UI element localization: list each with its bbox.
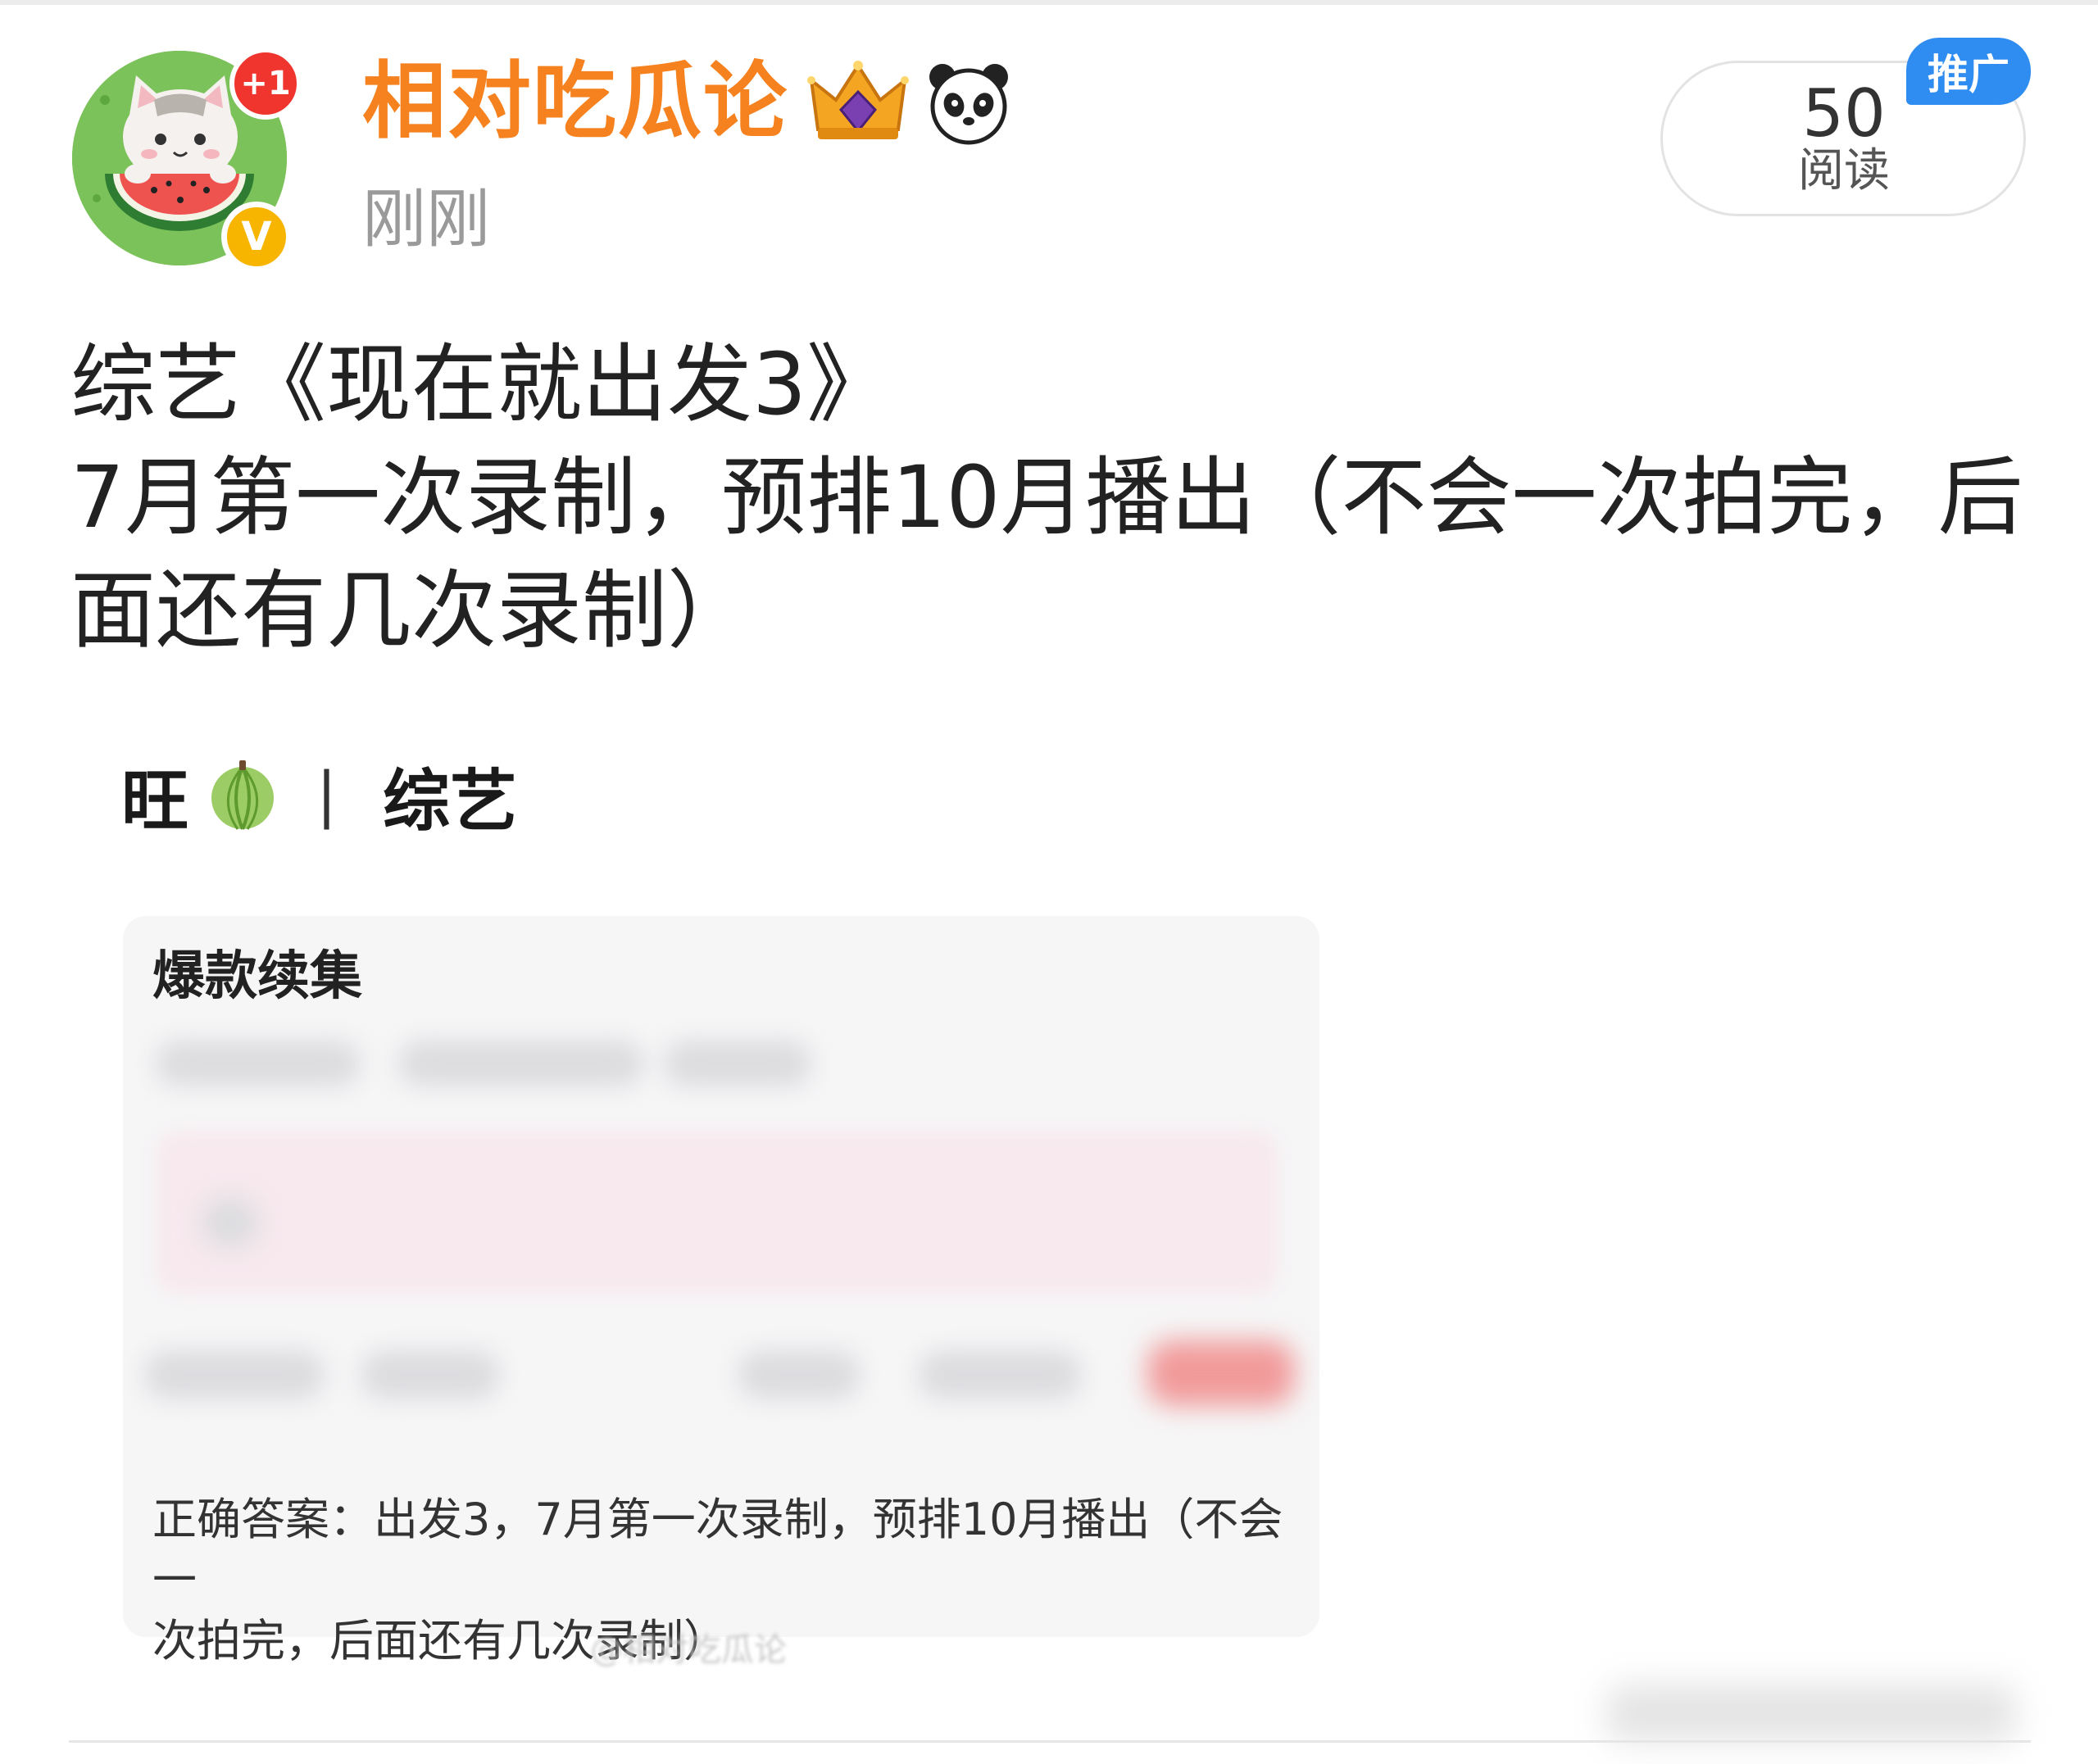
top-rule (0, 0, 2098, 5)
blurred-content-box (156, 1131, 1278, 1295)
post-timestamp: 刚刚 (362, 183, 491, 256)
blurred-subtitle (664, 1041, 811, 1086)
post-divider (69, 1740, 2031, 1743)
blurred-action (144, 1350, 325, 1399)
embed-header-right: 综艺 (382, 762, 517, 841)
crown-icon[interactable] (806, 59, 910, 146)
notification-badge[interactable]: +1 (229, 48, 302, 120)
answer-line: 正确答案：出发3，7月第一次录制，预排10月播出（不会一 (152, 1494, 1283, 1606)
blurred-action (738, 1350, 861, 1399)
embed-header: 旺 | 综艺 (121, 746, 517, 844)
post-line: 综艺《现在就出发3》 (70, 334, 892, 434)
embed-separator: | (316, 760, 337, 830)
blurred-red-button (1147, 1340, 1295, 1406)
read-label: 阅读 (1798, 144, 1890, 197)
verified-badge-icon: V (221, 202, 292, 272)
blurred-action (361, 1350, 500, 1399)
embed-card-title: 爆款续集 (152, 946, 362, 1007)
username[interactable]: 相对吃瓜论 (362, 51, 788, 154)
blurred-subtitle (398, 1041, 644, 1086)
embed-header-left: 旺 (121, 762, 189, 841)
post-body: 综艺《现在就出发3》 7月第一次录制，预排10月播出（不会一次拍完，后 面还有几… (70, 328, 2037, 667)
blurred-dot (202, 1198, 259, 1247)
blurred-subtitle (156, 1041, 361, 1086)
blurred-footer (1606, 1685, 2016, 1742)
post-line: 7月第一次录制，预排10月播出（不会一次拍完，后 (70, 447, 2023, 547)
blurred-action (918, 1350, 1082, 1399)
melon-icon (211, 760, 275, 830)
panda-icon[interactable] (926, 61, 1011, 146)
post-line: 面还有几次录制） (70, 560, 753, 660)
watermark: @相对吃瓜论 (590, 1631, 787, 1669)
read-count: 50 (1802, 75, 1886, 152)
promo-tag[interactable]: 推广 (1906, 38, 2031, 105)
